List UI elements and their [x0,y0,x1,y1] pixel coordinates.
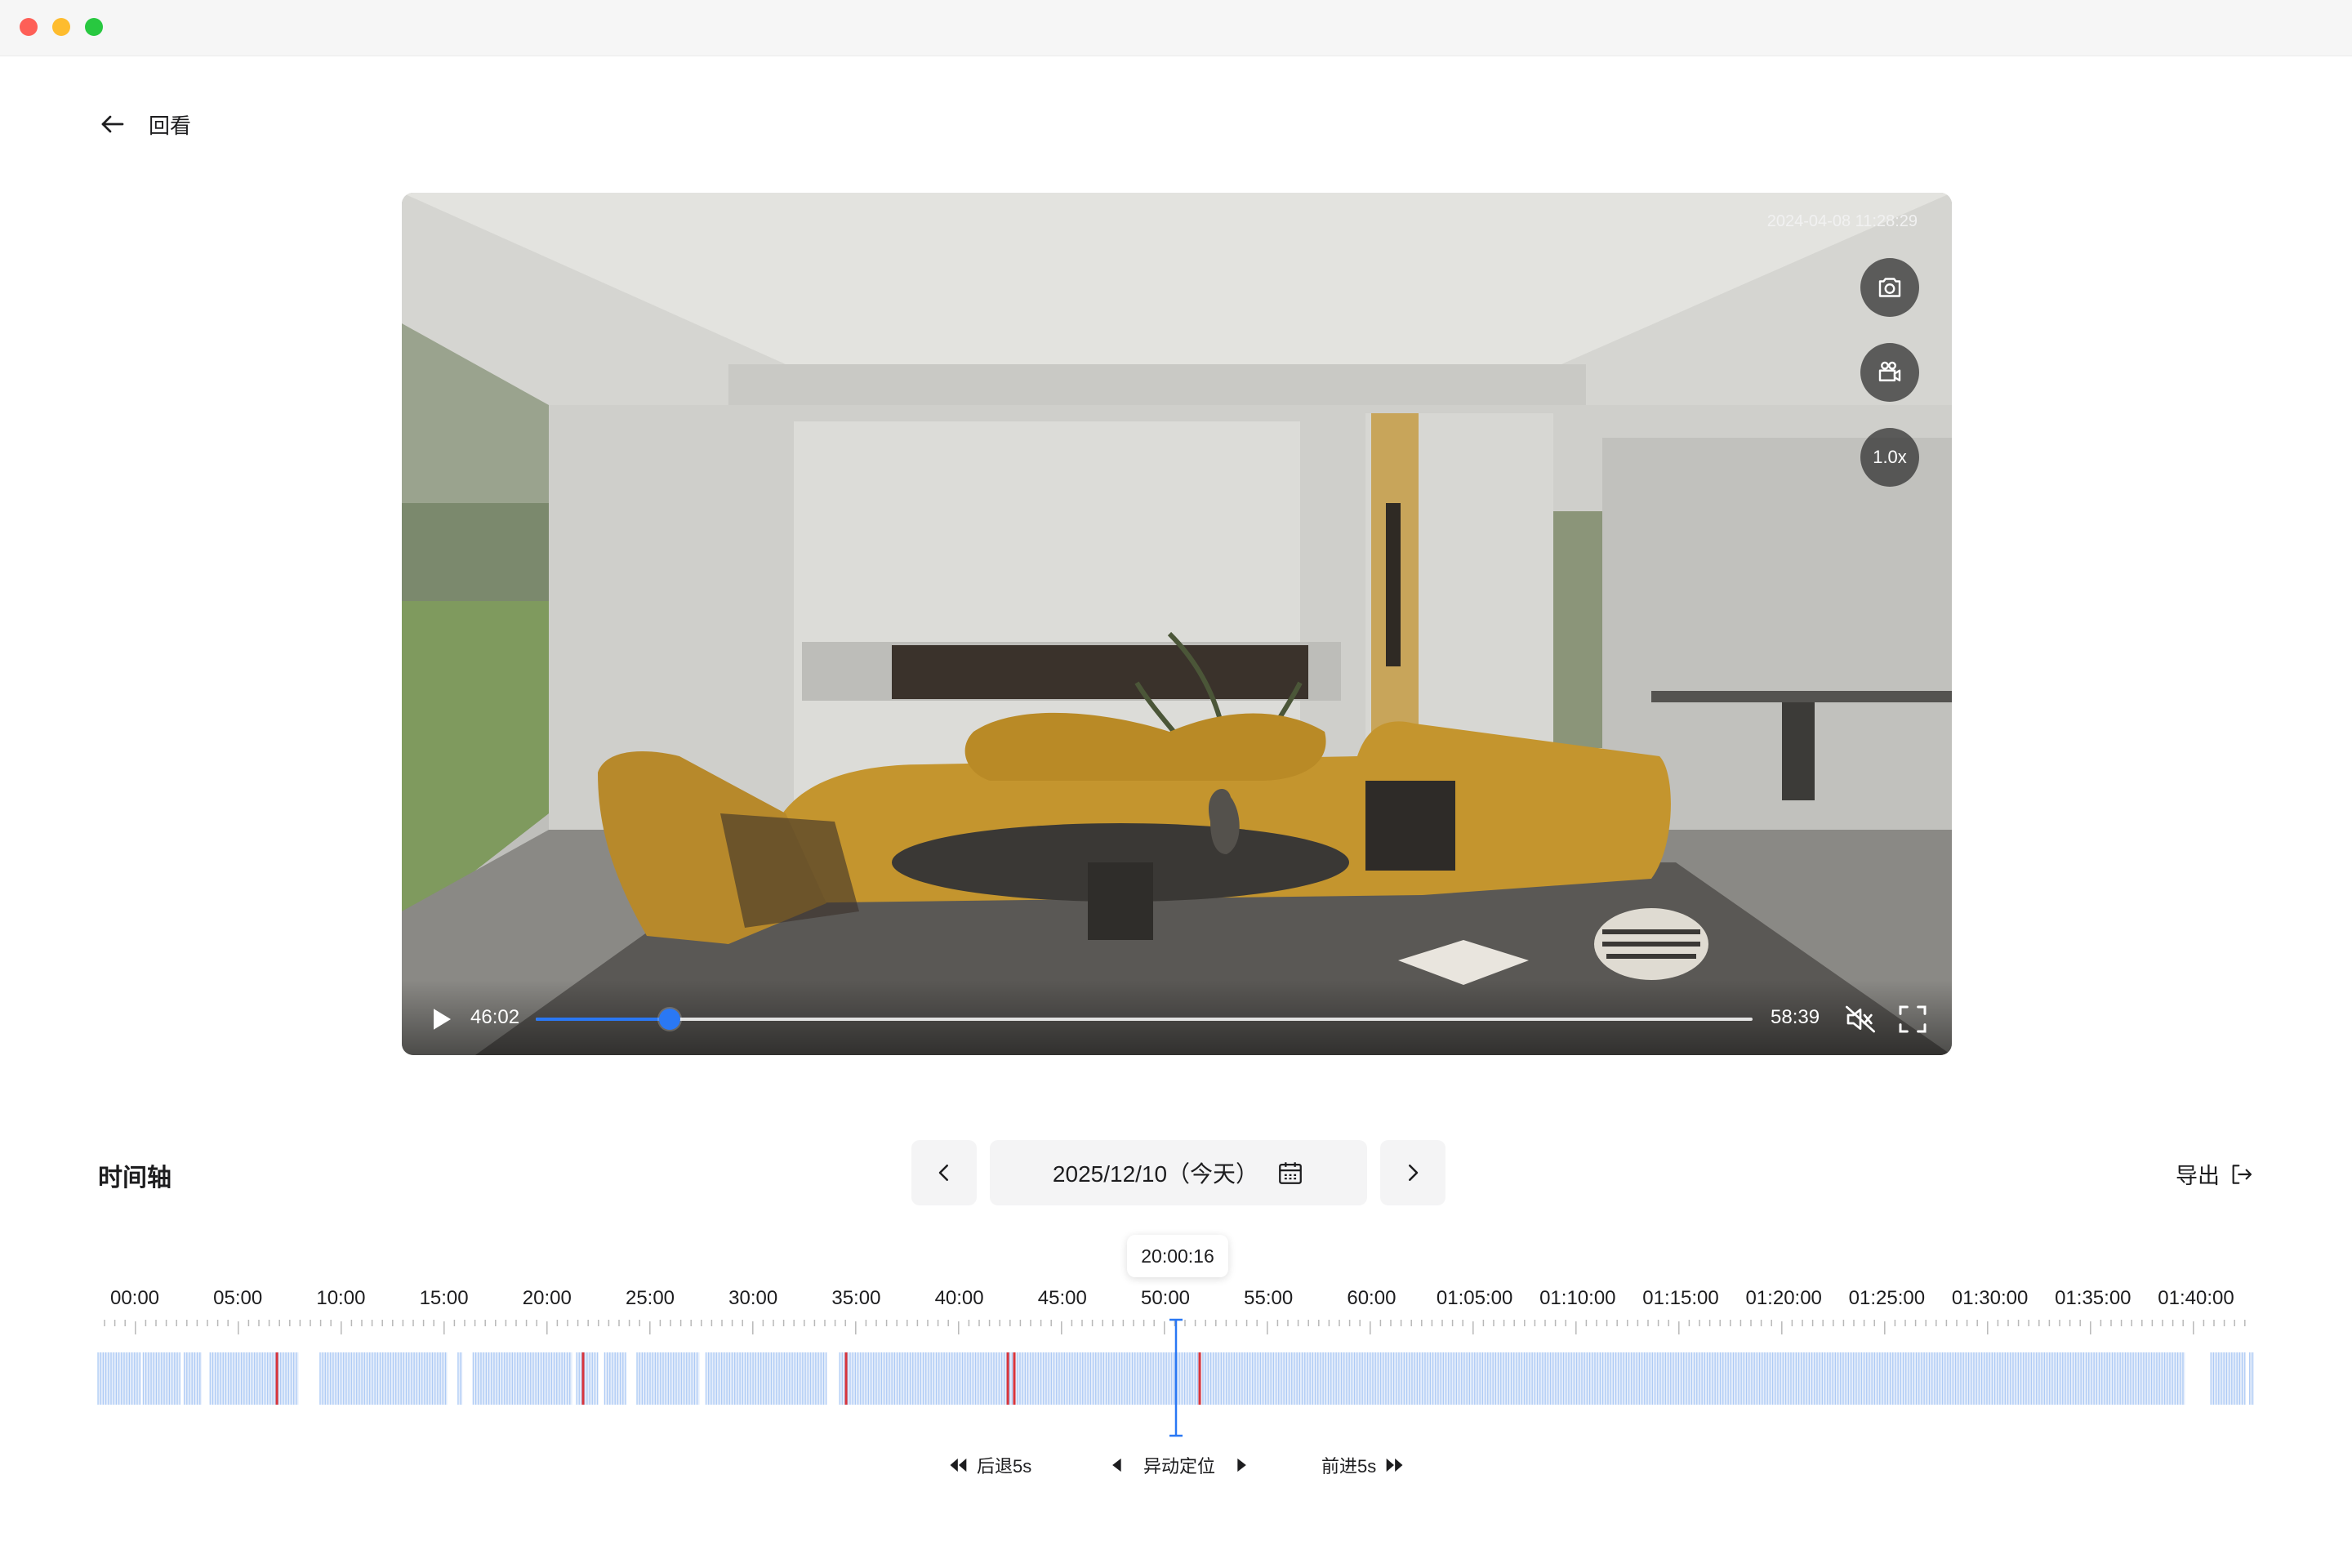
progress-handle[interactable] [658,1009,680,1030]
current-time: 46:02 [470,1006,520,1028]
duration-time: 58:39 [1771,1006,1820,1028]
anomaly-locate-control: 异动定位 [1106,1452,1253,1478]
recording-segment[interactable] [2249,1352,2254,1405]
play-icon[interactable] [426,1004,456,1034]
recording-segment[interactable] [576,1352,599,1405]
next-anomaly-icon[interactable] [1230,1454,1253,1477]
alert-marker[interactable] [581,1352,585,1405]
camera-icon [1878,278,1901,297]
prev-day-button[interactable] [911,1140,977,1205]
alert-marker[interactable] [1006,1352,1009,1405]
back-label: 回看 [149,113,192,138]
mute-icon[interactable] [1844,1003,1877,1036]
recording-segment[interactable] [319,1352,448,1405]
next-day-button[interactable] [1380,1140,1446,1205]
window-titlebar [0,0,2352,56]
recording-segment[interactable] [457,1352,463,1405]
alert-marker[interactable] [1198,1352,1201,1405]
alert-marker[interactable] [1013,1352,1016,1405]
alert-marker[interactable] [844,1352,848,1405]
player-controls: 46:02 58:39 [402,980,1952,1055]
chevron-left-icon [938,1165,948,1181]
chevron-right-icon [1409,1165,1419,1181]
recording-segment[interactable] [183,1352,202,1405]
timeline-track[interactable] [0,1307,2352,1446]
prev-anomaly-icon[interactable] [1106,1454,1129,1477]
rewind-label: 后退5s [977,1456,1032,1477]
date-label: 2025/12/10（今天） [1052,1161,1259,1187]
record-button[interactable] [1860,343,1919,402]
speed-button[interactable]: 1.0x [1860,428,1919,487]
recording-segment[interactable] [604,1352,626,1405]
recording-segment[interactable] [209,1352,299,1405]
export-icon [2232,1164,2252,1184]
recording-segment[interactable] [705,1352,827,1405]
recording-segment[interactable] [97,1352,141,1405]
record-icon [1878,361,1901,381]
fullscreen-icon[interactable] [1896,1003,1929,1036]
recording-segment[interactable] [2210,1352,2246,1405]
export-button[interactable]: 导出 [2176,1158,2254,1190]
arrow-left-icon [101,115,124,133]
recording-segment[interactable] [839,1352,2185,1405]
rewind-5s-button[interactable]: 后退5s [947,1452,1031,1478]
forward-label: 前进5s [1321,1456,1377,1477]
timeline-title: 时间轴 [98,1165,172,1192]
close-window-button[interactable] [20,18,38,36]
progress-bar[interactable] [536,1009,1753,1030]
progress-fill [536,1018,670,1021]
video-frame [402,193,1952,1055]
rewind-icon [950,1458,967,1472]
export-label: 导出 [2176,1164,2220,1188]
alert-marker[interactable] [275,1352,278,1405]
recording-segment[interactable] [472,1352,572,1405]
date-picker[interactable]: 2025/12/10（今天） [990,1140,1367,1205]
calendar-icon [1279,1162,1302,1184]
recording-segment[interactable] [636,1352,700,1405]
forward-icon [1386,1458,1403,1472]
snapshot-button[interactable] [1860,258,1919,317]
minimize-window-button[interactable] [52,18,70,36]
video-player[interactable]: 2024-04-08 11:28:29 1.0x 46:02 58:39 [402,193,1952,1055]
anomaly-locate-label: 异动定位 [1143,1456,1216,1477]
back-button[interactable]: 回看 [98,108,191,140]
recording-segment[interactable] [142,1352,180,1405]
zoom-window-button[interactable] [85,18,103,36]
cursor-time-tooltip: 20:00:16 [1127,1235,1228,1277]
forward-5s-button[interactable]: 前进5s [1321,1452,1405,1478]
video-timestamp: 2024-04-08 11:28:29 [1766,212,1918,230]
